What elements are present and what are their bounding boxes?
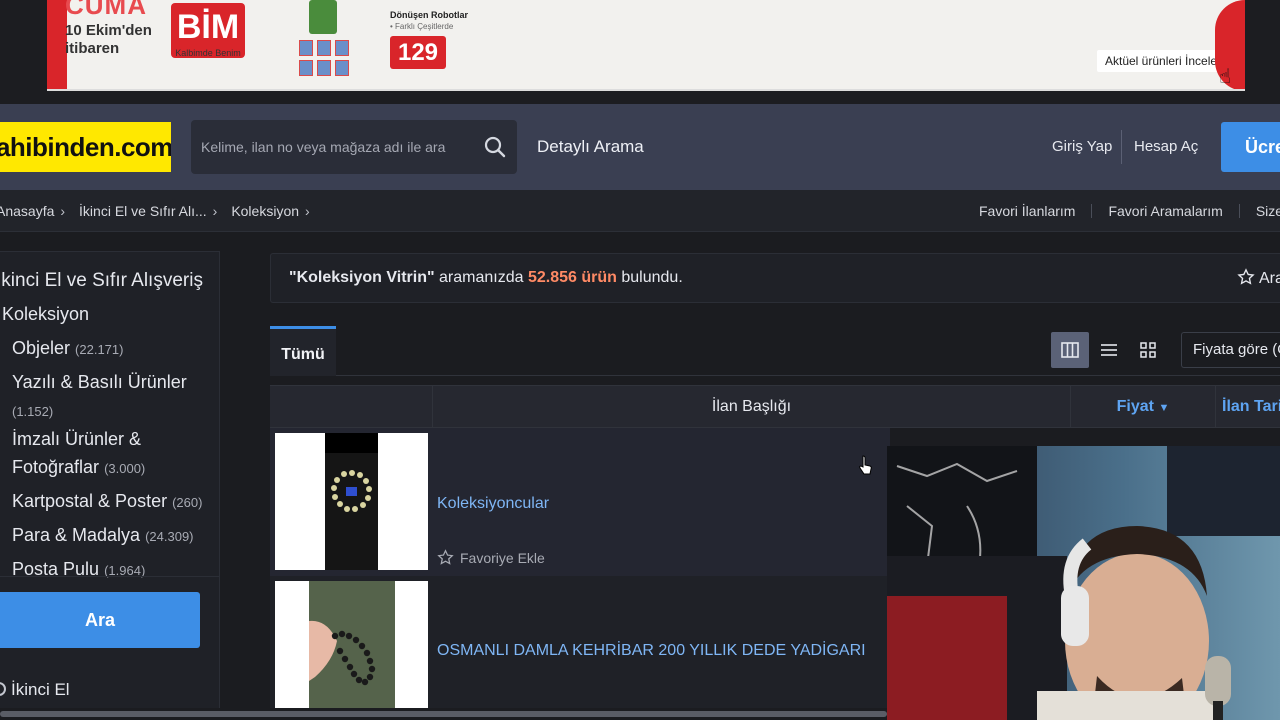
chevron-right-icon: ›	[60, 203, 66, 219]
grid-view-icon[interactable]	[1129, 332, 1167, 368]
category-sidebar: İkinci El ve Sıfır Alışveriş Koleksiyon …	[0, 251, 220, 720]
breadcrumb-bar: Anasayfa › İkinci El ve Sıfır Alı... › Kolek…	[0, 190, 1280, 232]
ad-product-sub: • Farklı Çeşitlerde	[390, 22, 454, 31]
header-divider	[1121, 130, 1122, 164]
chevron-right-icon: ›	[305, 203, 310, 219]
search-input[interactable]	[191, 120, 471, 174]
tab-all[interactable]: Tümü	[270, 326, 336, 376]
column-price[interactable]: Fiyat ▼	[1071, 386, 1216, 428]
save-search-button[interactable]: Ara	[1237, 268, 1280, 288]
filter-option-label: İkinci El	[11, 680, 70, 699]
breadcrumb-item-home[interactable]: Anasayfa	[0, 203, 54, 219]
breadcrumb: Anasayfa › İkinci El ve Sıfır Alı... › Kolek…	[0, 203, 324, 219]
register-link[interactable]: Hesap Aç	[1134, 138, 1198, 155]
scrollbar-thumb[interactable]	[0, 711, 887, 717]
user-links: Favori İlanlarım Favori Aramalarım Size Öz…	[979, 203, 1280, 219]
add-favorite-button[interactable]: Favoriye Ekle	[437, 549, 545, 566]
result-count: 52.856 ürün	[527, 269, 617, 286]
column-date[interactable]: İlan Tari	[1222, 386, 1280, 428]
ad-brand-tagline: Kalbimde Benim	[175, 48, 241, 58]
breadcrumb-item-shopping[interactable]: İkinci El ve Sıfır Alı...	[79, 203, 207, 219]
listing-title-link[interactable]: Koleksiyoncular	[437, 495, 549, 513]
advanced-search-link[interactable]: Detaylı Arama	[537, 137, 644, 157]
sidebar-item-kartpostal[interactable]: Kartpostal & Poster (260)	[12, 487, 212, 517]
search-icon[interactable]	[483, 135, 507, 159]
sort-dropdown[interactable]: Fiyata göre (Ö	[1181, 332, 1280, 368]
horizontal-scrollbar[interactable]	[0, 708, 887, 720]
site-logo[interactable]: sahibinden.com	[0, 122, 171, 172]
breadcrumb-item-collection[interactable]: Koleksiyon	[231, 203, 299, 219]
table-view-icon[interactable]	[1051, 332, 1089, 368]
site-header: sahibinden.com Detaylı Arama Giriş Yap H…	[0, 104, 1280, 190]
ad-date: 10 Ekim'den itibaren	[65, 22, 152, 57]
radio-button[interactable]	[0, 682, 6, 696]
search-query: "Koleksiyon Vitrin"	[289, 269, 435, 286]
hand-cursor-icon: ☝	[1219, 66, 1232, 88]
search-box	[191, 120, 517, 174]
column-title: İlan Başlığı	[433, 386, 1071, 428]
star-outline-icon	[437, 549, 454, 565]
results-summary: "Koleksiyon Vitrin" aramanızda 52.856 ür…	[270, 253, 1280, 303]
sidebar-item-posta-pulu[interactable]: Posta Pulu (1.964)	[12, 555, 212, 585]
ad-price: 129	[390, 36, 446, 69]
table-row[interactable]: OSMANLI DAMLA KEHRİBAR 200 YILLIK DEDE Y…	[270, 576, 890, 710]
results-summary-text: "Koleksiyon Vitrin" aramanızda 52.856 ür…	[289, 269, 683, 286]
login-link[interactable]: Giriş Yap	[1052, 138, 1112, 155]
sidebar-divider	[0, 576, 220, 577]
favorite-listings-link[interactable]: Favori İlanlarım	[979, 203, 1075, 219]
mouse-cursor-icon	[858, 455, 874, 482]
ad-decoration	[47, 0, 67, 89]
sidebar-item-imzali[interactable]: İmzalı Ürünler & Fotoğraflar (3.000)	[12, 425, 212, 483]
sidebar-search-button[interactable]: Ara	[0, 592, 200, 648]
sidebar-category-parent[interactable]: İkinci El ve Sıfır Alışveriş	[0, 270, 203, 292]
ad-banner-area: CUMA 10 Ekim'den itibaren BİM Kalbimde B…	[0, 0, 1280, 104]
webcam-overlay	[887, 446, 1280, 720]
sidebar-item-para-madalya[interactable]: Para & Madalya (24.309)	[12, 521, 212, 551]
table-row[interactable]: Koleksiyoncular Favoriye Ekle	[270, 428, 890, 576]
sidebar-item-yazili-basili[interactable]: Yazılı & Basılı Ürünler (1.152)	[12, 368, 212, 426]
listing-thumbnail[interactable]	[275, 433, 428, 570]
chevron-right-icon: ›	[212, 203, 218, 219]
ad-product-image	[297, 0, 353, 89]
ad-day: CUMA	[65, 0, 147, 20]
sidebar-item-objeler[interactable]: Objeler (22.171)	[12, 334, 212, 364]
ad-cta-button[interactable]: Aktüel ürünleri İncele	[1097, 50, 1226, 72]
star-icon	[1237, 268, 1255, 285]
listing-toolbar: Tümü Fiyata göre (Ö	[270, 322, 1280, 376]
personalized-link[interactable]: Size Özel İ	[1256, 203, 1280, 219]
ad-banner[interactable]: CUMA 10 Ekim'den itibaren BİM Kalbimde B…	[47, 0, 1245, 91]
ad-product-name: Dönüşen Robotlar	[390, 10, 468, 20]
post-ad-button[interactable]: Ücretsiz	[1221, 122, 1280, 172]
column-thumbnail	[270, 386, 433, 428]
sidebar-category-current[interactable]: Koleksiyon	[2, 304, 89, 325]
listing-title-link[interactable]: OSMANLI DAMLA KEHRİBAR 200 YILLIK DEDE Y…	[437, 642, 866, 660]
favorite-searches-link[interactable]: Favori Aramalarım	[1108, 203, 1222, 219]
listing-thumbnail[interactable]	[275, 581, 428, 710]
listing-table-header: İlan Başlığı Fiyat ▼ İlan Tari	[270, 385, 1280, 428]
sort-desc-icon: ▼	[1158, 402, 1170, 414]
list-view-icon[interactable]	[1090, 332, 1128, 368]
